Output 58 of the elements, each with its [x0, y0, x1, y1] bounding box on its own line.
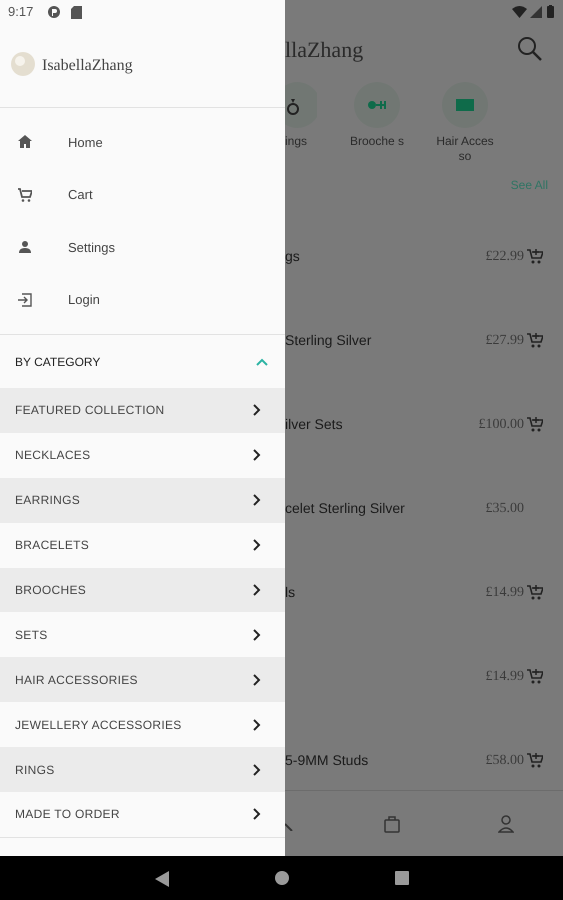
brand-name: IsabellaZhang	[42, 56, 133, 76]
product-name: ilver Sets	[285, 414, 343, 434]
product-price: £100.00	[478, 416, 524, 434]
category-label: Brooche s	[348, 134, 406, 149]
menu-item[interactable]: Login	[0, 274, 285, 326]
person-icon	[18, 240, 32, 254]
product-price: £27.99	[486, 332, 524, 350]
shopping-bag-icon[interactable]	[384, 815, 400, 833]
app-title: llaZhang	[285, 36, 364, 64]
product-price: £14.99	[486, 584, 524, 602]
category-item[interactable]: BROOCHES	[0, 568, 285, 612]
back-icon[interactable]	[155, 871, 169, 887]
chevron-right-icon	[253, 404, 261, 416]
add-to-cart-icon[interactable]	[527, 752, 543, 768]
chevron-right-icon	[253, 674, 261, 686]
category-item[interactable]: HAIR ACCESSORIES	[0, 657, 285, 702]
add-to-cart-icon[interactable]	[527, 668, 543, 684]
chevron-right-icon	[253, 718, 261, 731]
add-to-cart-icon[interactable]	[527, 584, 543, 600]
category-label: ings	[285, 134, 308, 149]
product-name: 5-9MM Studs	[285, 750, 368, 770]
product-name: ls	[285, 582, 296, 602]
category-item[interactable]: EARRINGS	[0, 478, 285, 523]
signal-icon	[530, 6, 542, 18]
chevron-right-icon	[253, 628, 261, 641]
home-icon[interactable]	[275, 871, 289, 885]
chevron-right-icon	[253, 584, 261, 596]
data-saver-icon	[47, 5, 62, 19]
add-to-cart-icon[interactable]	[527, 416, 543, 432]
wifi-icon	[512, 6, 527, 18]
add-to-cart-icon[interactable]	[527, 248, 543, 264]
ring-category-button[interactable]	[285, 82, 317, 128]
category-item[interactable]: RINGS	[0, 747, 285, 792]
menu-item[interactable]: Settings	[0, 221, 285, 274]
category-item[interactable]: FEATURED COLLECTION	[0, 388, 285, 433]
add-to-cart-icon[interactable]	[527, 332, 543, 348]
chevron-right-icon	[253, 808, 261, 820]
product-price: £22.99	[486, 248, 524, 266]
product-name: Sterling Silver	[285, 330, 372, 350]
login-icon	[18, 292, 32, 307]
cart-icon	[18, 188, 32, 202]
product-name: gs	[285, 246, 300, 266]
person-icon[interactable]	[498, 815, 514, 833]
chevron-right-icon	[253, 764, 261, 776]
home-icon	[18, 135, 32, 150]
menu-item[interactable]: Cart	[0, 168, 285, 221]
product-price: £58.00	[486, 752, 524, 770]
battery-icon	[547, 5, 554, 18]
product-price: £35.00	[486, 500, 524, 518]
category-header[interactable]: BY CATEGORY	[0, 335, 285, 388]
chevron-right-icon	[253, 539, 261, 552]
chevron-right-icon	[253, 449, 261, 462]
product-price: £14.99	[486, 668, 524, 686]
product-name: celet Sterling Silver	[285, 498, 405, 518]
chevron-right-icon	[253, 494, 261, 506]
menu-item[interactable]: Home	[0, 116, 285, 168]
category-label: Hair Accesso	[435, 134, 495, 164]
status-time: 9:17	[8, 3, 34, 22]
